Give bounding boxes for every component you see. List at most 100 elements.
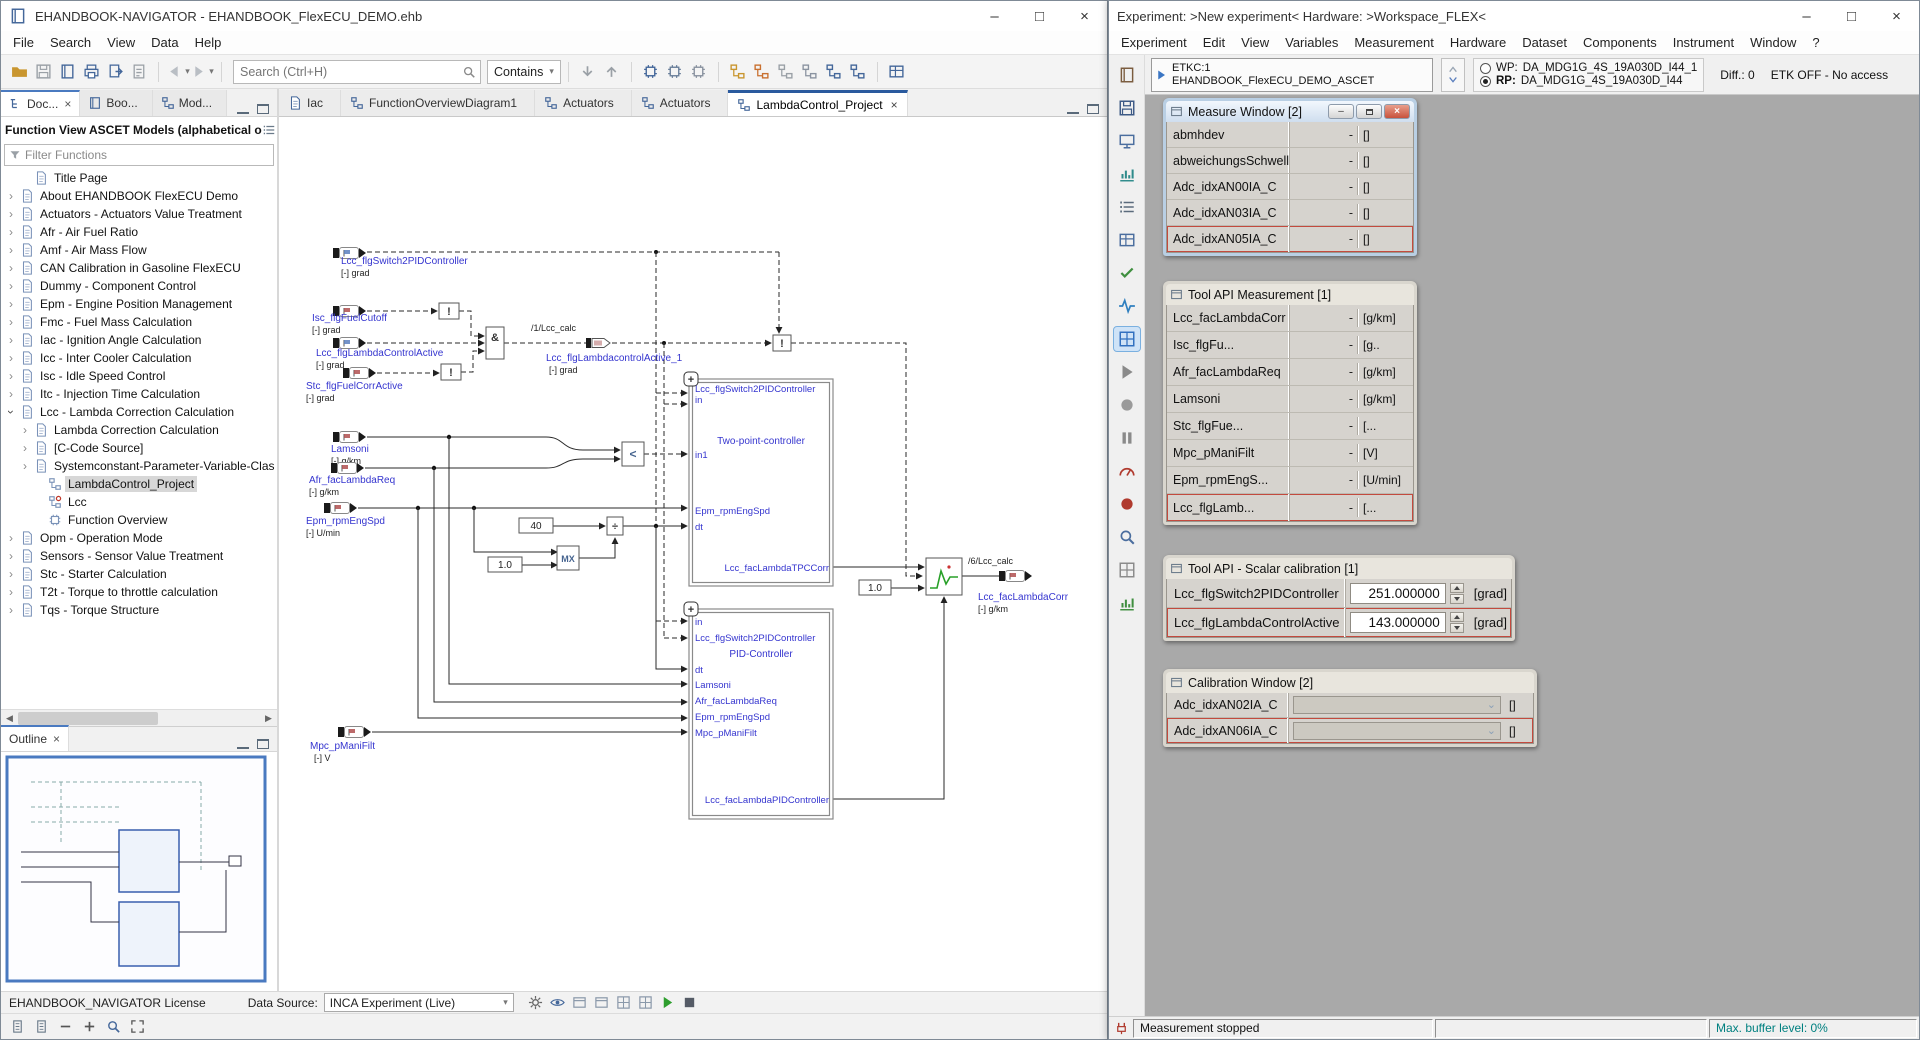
- zoombar-icon[interactable]: [127, 1017, 147, 1037]
- diagram-tool-icon[interactable]: [726, 60, 750, 84]
- right-menu-item[interactable]: Instrument: [1665, 35, 1742, 50]
- tree-expand-icon[interactable]: ›: [5, 208, 17, 220]
- diagram-tool-icon[interactable]: [798, 60, 822, 84]
- measure-row[interactable]: abweichungsSchwelle - []: [1167, 148, 1413, 174]
- tree-expand-icon[interactable]: ›: [5, 226, 17, 238]
- status-icon[interactable]: [680, 993, 700, 1013]
- measure-row[interactable]: abmhdev - []: [1167, 122, 1413, 148]
- right-menu-item[interactable]: View: [1233, 35, 1277, 50]
- tree-item[interactable]: › Itc - Injection Time Calculation: [1, 385, 277, 403]
- wp-radio[interactable]: [1480, 63, 1491, 74]
- right-titlebar[interactable]: Experiment: >New experiment< Hardware: >…: [1109, 1, 1919, 31]
- strip-icon[interactable]: [1114, 63, 1140, 87]
- tree-item[interactable]: › Systemconstant-Parameter-Variable-Clas: [1, 457, 277, 475]
- switch-block[interactable]: [926, 558, 962, 595]
- tree-expand-icon[interactable]: ›: [19, 424, 31, 436]
- zoombar-icon[interactable]: [31, 1017, 51, 1037]
- contains-dropdown[interactable]: Contains: [487, 60, 561, 84]
- tree-expand-icon[interactable]: ›: [5, 586, 17, 598]
- status-icon[interactable]: [592, 993, 612, 1013]
- strip-icon[interactable]: [1114, 525, 1140, 549]
- status-icon[interactable]: [658, 993, 678, 1013]
- status-icon[interactable]: [570, 993, 590, 1013]
- toolbar-icon[interactable]: [31, 60, 55, 84]
- strip-icon[interactable]: [1114, 228, 1140, 252]
- tree-item[interactable]: › Stc - Starter Calculation: [1, 565, 277, 583]
- two-point-controller-block[interactable]: + Lcc_flgSwitch2PIDController in Two-poi…: [684, 372, 833, 586]
- tree-item[interactable]: › CAN Calibration in Gasoline FlexECU: [1, 259, 277, 277]
- right-menu-item[interactable]: Hardware: [1442, 35, 1514, 50]
- scroll-right-icon[interactable]: ▶: [260, 710, 277, 727]
- tree-item[interactable]: › Title Page: [1, 169, 277, 187]
- toolbar-nav-icon[interactable]: [166, 60, 190, 84]
- zoombar-icon[interactable]: [55, 1017, 75, 1037]
- tool-api-row[interactable]: Afr_facLambdaReq - [g/km]: [1167, 359, 1413, 386]
- tree-expand-icon[interactable]: ›: [5, 262, 17, 274]
- filter-functions-box[interactable]: Filter Functions: [4, 144, 274, 166]
- minimize-button[interactable]: –: [972, 1, 1017, 31]
- strip-icon[interactable]: [1114, 261, 1140, 285]
- sidebar-tab[interactable]: Mod...: [153, 90, 227, 116]
- menu-item[interactable]: Search: [42, 35, 99, 50]
- tree-item[interactable]: › Dummy - Component Control: [1, 277, 277, 295]
- zoombar-icon[interactable]: [7, 1017, 27, 1037]
- tree-expand-icon[interactable]: ›: [5, 568, 17, 580]
- calibration-dropdown[interactable]: [1293, 722, 1501, 740]
- editor-tab[interactable]: Actuators: [535, 90, 632, 116]
- zoombar-icon[interactable]: [103, 1017, 123, 1037]
- measure-row[interactable]: Adc_idxAN00IA_C - []: [1167, 174, 1413, 200]
- const-1-0-b[interactable]: 1.0: [859, 580, 891, 595]
- divide-block[interactable]: ÷: [607, 517, 623, 535]
- diagram-tool-icon[interactable]: [774, 60, 798, 84]
- right-menu-item[interactable]: Variables: [1277, 35, 1346, 50]
- zoombar-icon[interactable]: [79, 1017, 99, 1037]
- editor-maximize-icon[interactable]: [1085, 102, 1101, 116]
- tree-item[interactable]: › Iac - Ignition Angle Calculation: [1, 331, 277, 349]
- panel-close-icon[interactable]: ×: [1384, 104, 1410, 119]
- rp-radio-row[interactable]: RP: DA_MDG1G_4S_19A030D_I44: [1480, 75, 1697, 87]
- measure-row[interactable]: Adc_idxAN03IA_C - []: [1167, 200, 1413, 226]
- tree-expand-icon[interactable]: ›: [5, 244, 17, 256]
- tree-expand-icon[interactable]: ›: [5, 550, 17, 562]
- menu-item[interactable]: File: [5, 35, 42, 50]
- tool-api-row[interactable]: Lcc_flgLamb... - [...: [1167, 494, 1413, 521]
- editor-tab[interactable]: Iac: [279, 90, 341, 116]
- status-icon[interactable]: [636, 993, 656, 1013]
- toolbar-icon[interactable]: [127, 60, 151, 84]
- right-menu-item[interactable]: Dataset: [1514, 35, 1575, 50]
- search-input[interactable]: [238, 64, 462, 80]
- toolbar-icon[interactable]: [55, 60, 79, 84]
- strip-icon[interactable]: [1114, 294, 1140, 318]
- model-tool-icon[interactable]: [639, 60, 663, 84]
- right-menu-item[interactable]: Window: [1742, 35, 1804, 50]
- right-minimize-button[interactable]: –: [1784, 1, 1829, 31]
- and-block[interactable]: &: [486, 327, 504, 359]
- page-switch-icon[interactable]: [1441, 58, 1465, 92]
- sidebar-tab[interactable]: Doc...×: [1, 90, 80, 116]
- const-40[interactable]: 40: [519, 518, 553, 533]
- strip-icon[interactable]: [1114, 591, 1140, 615]
- measure-window-titlebar[interactable]: Measure Window [2] – ×: [1166, 101, 1414, 122]
- tree-item[interactable]: › Epm - Engine Position Management: [1, 295, 277, 313]
- editor-tab[interactable]: Actuators: [632, 90, 729, 116]
- calibration-row[interactable]: Adc_idxAN02IA_C []: [1167, 693, 1533, 718]
- outline-minimize-icon[interactable]: [235, 737, 251, 751]
- panel-restore-icon[interactable]: [1356, 104, 1382, 119]
- diagram-tool-icon[interactable]: [846, 60, 870, 84]
- data-source-dropdown[interactable]: INCA Experiment (Live): [324, 993, 514, 1012]
- editor-tab[interactable]: LambdaControl_Project×: [728, 90, 907, 116]
- input-port-lamsoni[interactable]: Lamsoni [-] g/km: [331, 432, 369, 467]
- tree-item[interactable]: › Tqs - Torque Structure: [1, 601, 277, 619]
- strip-icon[interactable]: [1114, 558, 1140, 582]
- tree-item[interactable]: › Amf - Air Mass Flow: [1, 241, 277, 259]
- strip-icon[interactable]: [1114, 129, 1140, 153]
- outline-close-icon[interactable]: ×: [53, 732, 60, 746]
- value-spinner[interactable]: [1450, 583, 1464, 604]
- panel-minimize-icon[interactable]: –: [1328, 104, 1354, 119]
- right-menu-item[interactable]: Experiment: [1113, 35, 1195, 50]
- tree-expand-icon[interactable]: ›: [5, 604, 17, 616]
- strip-icon[interactable]: [1114, 162, 1140, 186]
- tree-expand-icon[interactable]: ›: [5, 388, 17, 400]
- calibration-window-titlebar[interactable]: Calibration Window [2]: [1166, 672, 1534, 693]
- strip-icon[interactable]: [1114, 393, 1140, 417]
